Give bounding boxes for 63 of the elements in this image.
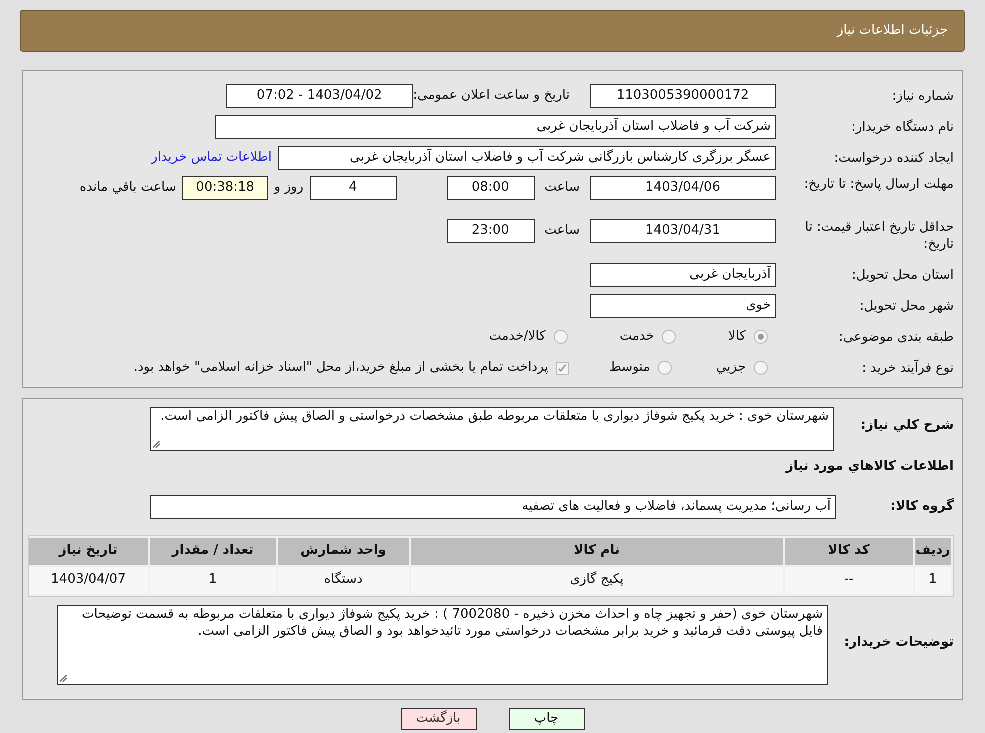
field-label: شرح کلي نیاز: [860,417,954,434]
validity-date-field: 1403/04/31 [590,219,776,243]
days-field: 4 [310,176,397,200]
radio-button[interactable] [554,330,568,344]
field-label: نوع فرآیند خرید : [861,360,954,376]
table-cell: 1403/04/07 [29,566,148,594]
radio-label: خدمت [620,328,654,346]
city-field: خوی [590,294,776,318]
goods-group-field: آب رسانی؛ مدیریت پسماند، فاضلاب و فعالیت های تصفیه [150,494,836,518]
radio-label: کالا/خدمت [489,328,546,346]
table-cell: دستگاه [278,566,409,594]
field-label: ایجاد کننده درخواست: [833,150,954,166]
remaining-time-field: 00:38:18 [182,176,268,200]
radio-label: جزيي [716,359,746,378]
column-header: کد کالا [785,538,913,564]
radio-label: کالا [728,328,746,346]
table-cell: -- [785,566,913,594]
need-number-field: 1103005390000172 [590,84,776,108]
radio-button[interactable] [658,361,672,375]
checkbox[interactable] [556,362,570,374]
resize-handle-icon [60,674,67,682]
column-header: واحد شمارش [278,538,409,564]
field-label: گروه کالا: [890,497,954,516]
table-cell: 1 [915,566,951,594]
field-label: استان محل تحویل: [851,266,954,284]
print-button[interactable]: چاپ [508,708,584,730]
field-label: ساعت [544,222,580,240]
column-header: ردیف [915,538,951,564]
field-label: ساعت باقي مانده [80,179,176,198]
field-label: مهلت ارسال پاسخ: تا تاریخ: [803,176,954,193]
field-label: حداقل تاریخ اعتبار قیمت: تا تاریخ: [804,219,954,253]
table-cell: پکیج گازی [411,566,783,594]
field-label: تاریخ و ساعت اعلان عمومی: [413,87,570,106]
back-button[interactable]: بازگشت [400,708,476,730]
deadline-date-field: 1403/04/06 [590,176,776,200]
field-label: شماره نیاز: [891,88,954,104]
buyer-notes-textarea[interactable]: شهرستان خوی (حفر و تجهیز چاه و احداث مخزن ذخیره - 7002080 ) : خرید پکیج شوفاژ دیواری با متعلقات مربوطه به قسمت توضیحات فایل پیوستی دقت فرمائید و خرید برابر مشخصات درخواستی مورد تائیدخواهد بود و الصاق پیش فاکتور الزامی است. [57,604,828,684]
radio-button[interactable] [662,330,676,344]
province-field: آذربایجان غربی [590,263,776,287]
requester-field: عسگر برزگری کارشناس بازرگانی شرکت آب و فاضلاب استان آذربایجان غربی [278,146,776,170]
column-header: نام کالا [411,538,783,564]
field-label: شهر محل تحویل: [858,298,954,314]
buyer-contact-link[interactable]: اطلاعات تماس خریدار [152,148,272,168]
radio-label: متوسط [609,359,650,378]
column-header: تاریخ نیاز [29,538,148,564]
column-header: تعداد / مقدار [150,538,276,564]
table-cell: 1 [150,566,276,594]
resize-handle-icon [153,441,160,448]
payment-label: پرداخت تمام یا بخشی از مبلغ خرید،از محل "اسناد خزانه اسلامی" خواهد بود. [134,359,548,378]
announce-date-field: 1403/04/02 - 07:02 [226,84,414,108]
field-label: روز و [274,179,304,198]
summary-textarea[interactable]: شهرستان خوی : خرید پکیج شوفاژ دیواری با متعلقات مربوطه طبق مشخصات درخواستی و الصاق پیش فاکتور الزامی است. [150,407,834,451]
buyer-org-field: شرکت آب و فاضلاب استان آذربایجان غربی [215,115,776,139]
section-heading: اطلاعات کالاهاي مورد نیاز [784,458,954,476]
field-label: ساعت [544,179,580,198]
field-label: توضیحات خریدار: [843,634,954,652]
radio-button[interactable] [754,361,768,375]
deadline-time-field: 08:00 [446,176,535,200]
field-label: نام دستگاه خریدار: [850,118,954,136]
validity-time-field: 23:00 [446,219,535,243]
field-label: طبقه بندی موضوعی: [838,328,954,346]
page-title: جزئیات اطلاعات نیاز [837,22,948,40]
radio-button[interactable] [754,330,768,344]
